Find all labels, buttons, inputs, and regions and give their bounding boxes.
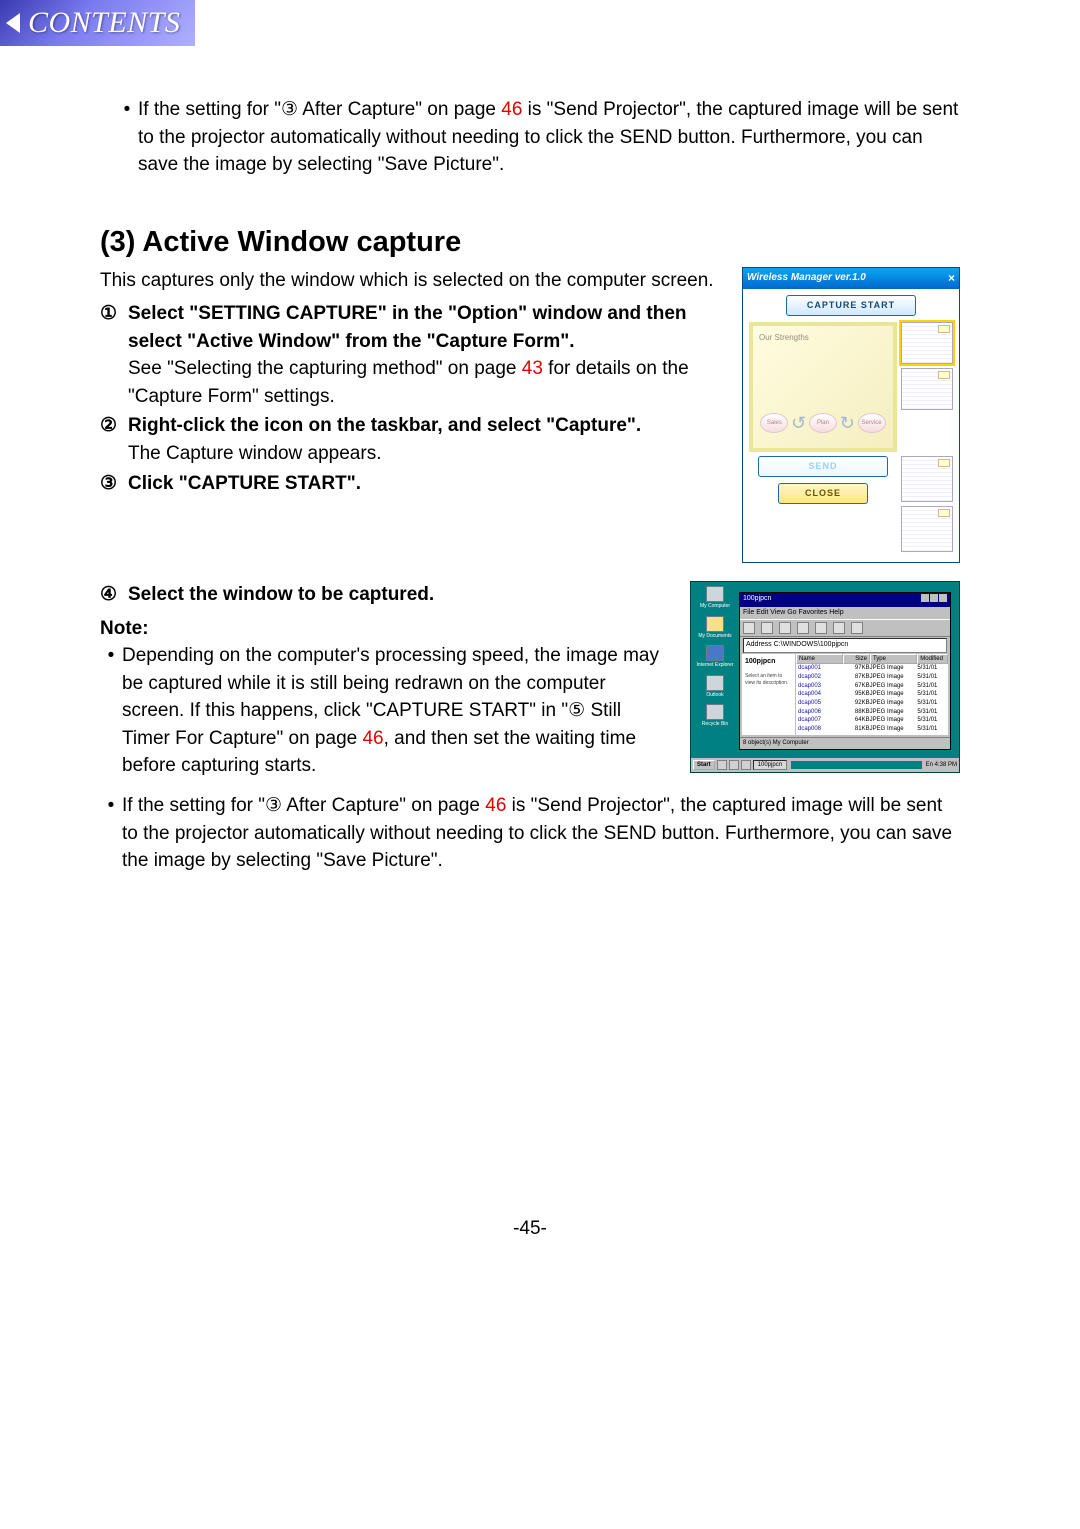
bullet-dot: •: [100, 642, 122, 780]
slide-thumb[interactable]: [901, 506, 953, 552]
outlook-icon[interactable]: [706, 675, 724, 691]
slide-thumb[interactable]: [901, 322, 953, 364]
bullet-dot: •: [116, 96, 138, 179]
recycle-icon[interactable]: [706, 704, 724, 720]
step-num: ③: [100, 470, 128, 498]
arrow-icon: ↺: [791, 410, 806, 436]
step-4: ④ Select the window to be captured.: [100, 581, 670, 609]
canvas-label: Our Strengths: [759, 332, 809, 344]
close-button[interactable]: CLOSE: [778, 483, 868, 504]
wm-preview-canvas: Our Strengths Sales ↺ Plan ↻ Service: [749, 322, 897, 452]
step-3: ③ Click "CAPTURE START".: [100, 470, 722, 498]
folder-hint: Select an item to view its description.: [745, 673, 792, 688]
slide-thumb[interactable]: [901, 368, 953, 410]
wm-title-text: Wireless Manager ver.1.0: [747, 271, 866, 286]
note-bullet-1: • Depending on the computer's processing…: [100, 642, 670, 780]
text: If the setting for ": [122, 795, 265, 816]
step-title: Click "CAPTURE START".: [128, 470, 722, 498]
file-row[interactable]: dcap00881KBJPEG Image5/31/01: [796, 725, 948, 734]
wm-titlebar: Wireless Manager ver.1.0 ×: [743, 268, 959, 289]
explorer-window[interactable]: 100pjpcn File Edit View Go Favorites Hel…: [739, 592, 951, 750]
window-buttons[interactable]: [920, 594, 947, 606]
page-number: -45-: [100, 1215, 960, 1243]
step-num: ④: [100, 581, 128, 609]
step-title: Select the window to be captured.: [128, 581, 670, 609]
desktop-icons: My Computer My Documents Internet Explor…: [691, 582, 739, 758]
explorer-title: 100pjpcn: [743, 594, 771, 606]
text: After Capture" on page: [298, 99, 501, 120]
section-intro: This captures only the window which is s…: [100, 267, 722, 295]
file-row[interactable]: dcap00197KBJPEG Image5/31/01: [796, 664, 948, 673]
close-icon[interactable]: ×: [948, 270, 955, 287]
explorer-menu[interactable]: File Edit View Go Favorites Help: [740, 607, 950, 619]
file-row[interactable]: dcap00592KBJPEG Image5/31/01: [796, 699, 948, 708]
file-row[interactable]: dcap00495KBJPEG Image5/31/01: [796, 690, 948, 699]
circled-3: ③: [281, 99, 298, 120]
step-sub: The Capture window appears.: [128, 440, 722, 468]
col-type[interactable]: Type: [870, 654, 917, 665]
file-row[interactable]: dcap00287KBJPEG Image5/31/01: [796, 673, 948, 682]
page-ref-43[interactable]: 43: [522, 358, 543, 379]
step-title: Right-click the icon on the taskbar, and…: [128, 412, 722, 440]
step-1: ① Select "SETTING CAPTURE" in the "Optio…: [100, 300, 722, 410]
section-title: (3) Active Window capture: [100, 221, 960, 263]
quicklaunch-icon[interactable]: [741, 760, 751, 770]
my-documents-icon[interactable]: [706, 616, 724, 632]
quicklaunch-icon[interactable]: [729, 760, 739, 770]
slide-thumb[interactable]: [901, 456, 953, 502]
contents-badge[interactable]: CONTENTS: [0, 0, 195, 46]
folder-name: 100pjpcn: [745, 657, 792, 667]
file-row[interactable]: dcap00367KBJPEG Image5/31/01: [796, 682, 948, 691]
system-tray[interactable]: En 4:38 PM: [926, 761, 957, 770]
file-row[interactable]: dcap00764KBJPEG Image5/31/01: [796, 716, 948, 725]
page-ref-46[interactable]: 46: [485, 795, 506, 816]
bullet-top: • If the setting for "③ After Capture" o…: [116, 96, 960, 179]
start-button[interactable]: Start: [693, 760, 715, 771]
step-title: Select "SETTING CAPTURE" in the "Option"…: [128, 300, 722, 355]
ie-icon[interactable]: [706, 645, 724, 661]
col-size[interactable]: Size: [843, 654, 870, 665]
step-num: ①: [100, 300, 128, 410]
note-bullet-2: • If the setting for "③ After Capture" o…: [100, 792, 960, 875]
page-ref-46[interactable]: 46: [362, 728, 383, 749]
page-ref-46[interactable]: 46: [501, 99, 522, 120]
quicklaunch-icon[interactable]: [717, 760, 727, 770]
send-button[interactable]: SEND: [758, 456, 888, 477]
desktop-screenshot: My Computer My Documents Internet Explor…: [690, 581, 960, 773]
taskbar[interactable]: Start 100pjpcn En 4:38 PM: [691, 758, 959, 772]
file-list[interactable]: Name Size Type Modified dcap00197KBJPEG …: [796, 654, 948, 736]
col-mod[interactable]: Modified: [917, 654, 948, 665]
explorer-address[interactable]: Address C:\WINDOWS\100pjpcn: [743, 638, 947, 652]
circled-3: ③: [265, 795, 282, 816]
explorer-toolbar[interactable]: [740, 619, 950, 637]
note-label: Note:: [100, 615, 670, 643]
capture-start-button[interactable]: CAPTURE START: [786, 295, 916, 316]
step-2: ② Right-click the icon on the taskbar, a…: [100, 412, 722, 467]
diagram-node: Plan: [809, 413, 837, 433]
file-row[interactable]: dcap00688KBJPEG Image5/31/01: [796, 708, 948, 717]
bullet-dot: •: [100, 792, 122, 875]
diagram-node: Service: [858, 413, 886, 433]
arrow-icon: ↻: [840, 410, 855, 436]
contents-label: CONTENTS: [28, 1, 180, 45]
taskbar-task[interactable]: 100pjpcn: [753, 760, 787, 771]
col-name[interactable]: Name: [796, 654, 843, 665]
text: If the setting for ": [138, 99, 281, 120]
text: After Capture" on page: [282, 795, 485, 816]
text: See "Selecting the capturing method" on …: [128, 358, 522, 379]
circled-5: ⑤: [568, 700, 585, 721]
step-num: ②: [100, 412, 128, 467]
wireless-manager-window: Wireless Manager ver.1.0 × CAPTURE START…: [742, 267, 960, 563]
diagram-node: Sales: [760, 413, 788, 433]
explorer-status: 8 object(s) My Computer: [740, 737, 950, 749]
my-computer-icon[interactable]: [706, 586, 724, 602]
